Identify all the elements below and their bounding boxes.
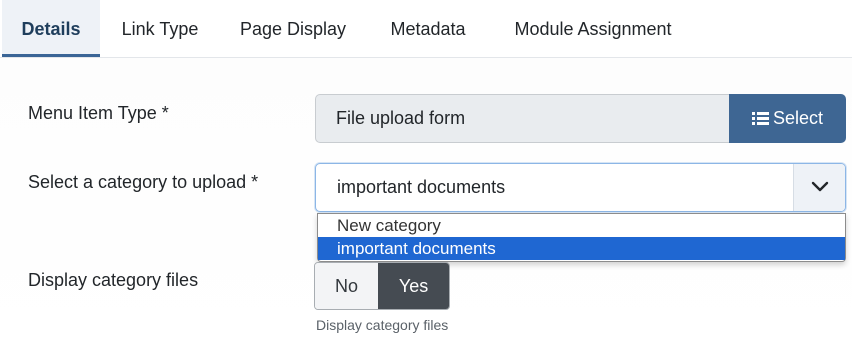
toggle-yes-option[interactable]: Yes [378, 263, 449, 309]
tab-module-assignment[interactable]: Module Assignment [492, 0, 694, 57]
category-selected-value: important documents [337, 177, 506, 197]
display-files-help-text: Display category files [316, 317, 449, 333]
chevron-down-icon[interactable] [793, 164, 845, 211]
menu-item-type-label: Menu Item Type * [28, 103, 169, 123]
tab-bar: Details Link Type Page Display Metadata … [0, 0, 852, 58]
option-important-documents[interactable]: important documents [318, 237, 845, 260]
list-icon [751, 96, 769, 145]
category-label: Select a category to upload * [28, 172, 259, 192]
menu-item-type-field: File upload form [315, 94, 731, 143]
tab-page-display[interactable]: Page Display [222, 0, 364, 57]
option-new-category[interactable]: New category [318, 214, 845, 237]
tab-metadata[interactable]: Metadata [372, 0, 484, 57]
display-files-toggle[interactable]: No Yes [314, 262, 450, 310]
select-menu-type-button[interactable]: Select [729, 94, 846, 143]
category-options-list: New category important documents [317, 213, 846, 262]
select-button-label: Select [772, 108, 824, 128]
display-files-label: Display category files [28, 270, 199, 290]
toggle-no-option[interactable]: No [315, 263, 379, 309]
tab-link-type[interactable]: Link Type [104, 0, 216, 57]
tab-details[interactable]: Details [2, 0, 100, 57]
category-select[interactable]: important documents [315, 163, 846, 212]
